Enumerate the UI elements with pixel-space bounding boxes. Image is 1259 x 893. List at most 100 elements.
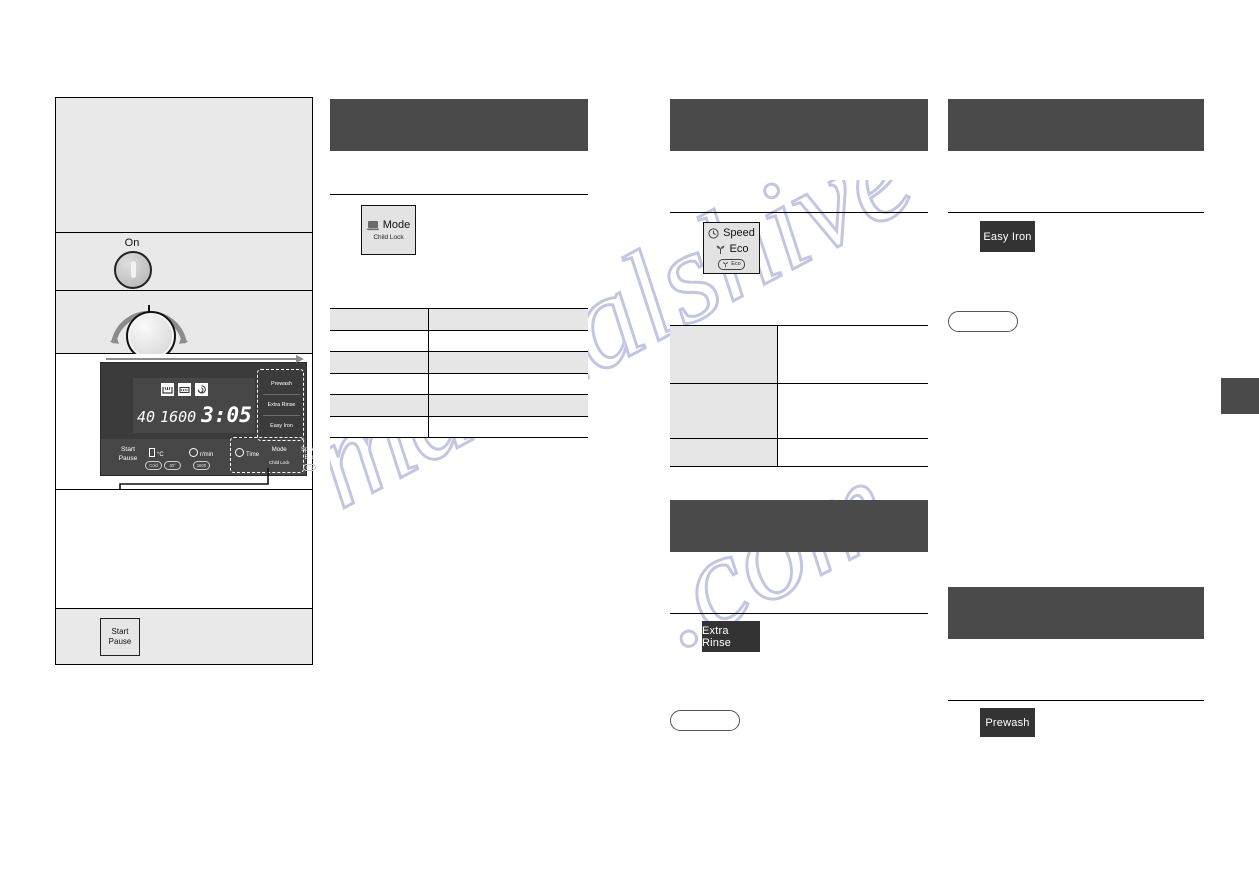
- page-edge-tab: [1221, 378, 1259, 414]
- panel-pause-label: Pause: [118, 454, 138, 462]
- speed-row: Speed: [708, 227, 755, 240]
- column-4: Easy Iron Prewash: [948, 0, 1204, 893]
- panel-eco-label: Eco: [304, 455, 315, 461]
- leaf-icon: [716, 245, 724, 254]
- power-on-label: On: [124, 237, 140, 249]
- divider-rule-4: [948, 212, 1204, 213]
- spin-label: r/min: [200, 452, 214, 458]
- washer-control-panel[interactable]: 40 1600 3:05 Prewash Extra Rinse Easy Ir…: [100, 362, 318, 476]
- eco-chip-label: Eco: [731, 260, 741, 267]
- panel-time-button[interactable]: Time: [235, 448, 259, 458]
- diagram-start-pause-row: Start Pause: [56, 609, 312, 664]
- panel-mode-label: Mode: [271, 447, 287, 453]
- power-button-group[interactable]: On: [106, 237, 176, 291]
- table-cell-left: [670, 438, 778, 467]
- table-cell-left: [330, 394, 429, 417]
- section-header-bar-easy-iron: [948, 99, 1204, 151]
- option-button-extra-rinse[interactable]: Extra Rinse: [263, 395, 300, 416]
- panel-temperature-button[interactable]: °C: [149, 448, 164, 458]
- easy-iron-button[interactable]: Easy Iron: [980, 221, 1035, 252]
- table-cell-right: [777, 383, 928, 439]
- leader-line-panel: [119, 468, 269, 491]
- display-values: 40 1600 3:05: [137, 403, 255, 427]
- prewash-button[interactable]: Prewash: [980, 708, 1035, 737]
- table-row: [330, 373, 588, 395]
- table-cell-right: [777, 325, 928, 384]
- eco-row: Eco: [715, 242, 749, 256]
- table-cell-left: [330, 351, 429, 374]
- extra-rinse-button[interactable]: Extra Rinse: [702, 621, 760, 652]
- clock-icon: [235, 448, 244, 457]
- divider-rule-3: [670, 613, 928, 614]
- panel-spin-button[interactable]: r/min: [189, 448, 213, 458]
- wash-tub-icon: [161, 383, 174, 396]
- section-header-bar-extra-rinse: [670, 500, 928, 552]
- table-row: [330, 308, 588, 331]
- spin-circle-icon: [189, 448, 198, 457]
- table-row: [330, 416, 588, 438]
- drum-icon: [178, 383, 191, 396]
- panel-mode-button[interactable]: Mode Child Lock: [269, 446, 290, 467]
- table-cell-left: [330, 373, 429, 395]
- section-header-bar-mode: [330, 99, 588, 151]
- thermometer-icon: [149, 448, 155, 457]
- mode-label: Mode: [382, 219, 411, 231]
- leader-arrow-top: [106, 355, 304, 363]
- section-header-bar-speed-eco: [670, 99, 928, 151]
- pause-label: Pause: [108, 637, 132, 646]
- table-cell-right: [428, 308, 588, 331]
- power-button-icon[interactable]: [114, 251, 152, 289]
- time-label: Time: [246, 452, 260, 458]
- table-row: [330, 351, 588, 374]
- panel-speed-label: Speed: [301, 447, 319, 453]
- table-row: [330, 330, 588, 352]
- eco-label: Eco: [729, 242, 749, 255]
- option-button-stack: Prewash Extra Rinse Easy Iron: [263, 374, 300, 436]
- display-spin-speed: 1600: [160, 408, 197, 426]
- diagram-power-row: On: [56, 233, 312, 291]
- child-lock-label: Child Lock: [373, 234, 404, 241]
- table-cell-right: [428, 373, 588, 395]
- table-cell-left: [330, 330, 429, 352]
- display-time-remaining: 3:05: [201, 403, 252, 427]
- diagram-knob-row: [56, 291, 312, 361]
- program-selector-knob-group[interactable]: [104, 297, 194, 361]
- spiral-spin-icon: [195, 383, 208, 396]
- note-marker-pill: [948, 311, 1018, 332]
- column-3: Speed Eco Eco Extra Rinse: [670, 0, 928, 893]
- temperature-label: °C: [157, 452, 164, 458]
- table-row: [670, 325, 928, 384]
- mode-key-main: Mode: [366, 219, 411, 231]
- table-cell-right: [777, 438, 928, 467]
- status-icon-row: [161, 383, 208, 396]
- display-screen: 40 1600 3:05: [133, 378, 255, 433]
- divider-rule-5: [948, 700, 1204, 701]
- mode-child-lock-button[interactable]: Mode Child Lock: [361, 205, 416, 255]
- divider-rule-2: [670, 212, 928, 213]
- mode-screen-icon: [366, 220, 379, 230]
- table-cell-left: [330, 416, 429, 438]
- column-1: On 40 1600 3:05 Prewash Extra Rinse Easy…: [55, 0, 318, 893]
- display-temperature: 40: [137, 408, 156, 426]
- speed-label: Speed: [723, 226, 755, 239]
- clock-icon: [708, 227, 719, 239]
- option-button-easy-iron[interactable]: Easy Iron: [263, 416, 300, 436]
- section-header-bar-prewash: [948, 587, 1204, 639]
- panel-start-pause-button[interactable]: Start Pause: [109, 446, 147, 463]
- table-cell-right: [428, 351, 588, 374]
- diagram-blank-area: [56, 98, 312, 233]
- option-button-prewash[interactable]: Prewash: [263, 374, 300, 395]
- mode-options-table: [330, 308, 588, 438]
- diagram-display-row: 40 1600 3:05 Prewash Extra Rinse Easy Ir…: [56, 354, 318, 491]
- eco-indicator-chip: Eco: [718, 258, 745, 270]
- table-cell-left: [670, 325, 778, 384]
- start-label: Start: [111, 627, 129, 636]
- table-row: [670, 438, 928, 467]
- divider-rule-1: [330, 194, 588, 195]
- start-pause-button[interactable]: Start Pause: [100, 618, 140, 656]
- speed-eco-button[interactable]: Speed Eco Eco: [703, 222, 760, 274]
- table-cell-left: [670, 383, 778, 439]
- panel-start-label: Start: [121, 446, 135, 453]
- note-marker-pill: [670, 710, 740, 731]
- diagram-white-gap: [56, 490, 312, 609]
